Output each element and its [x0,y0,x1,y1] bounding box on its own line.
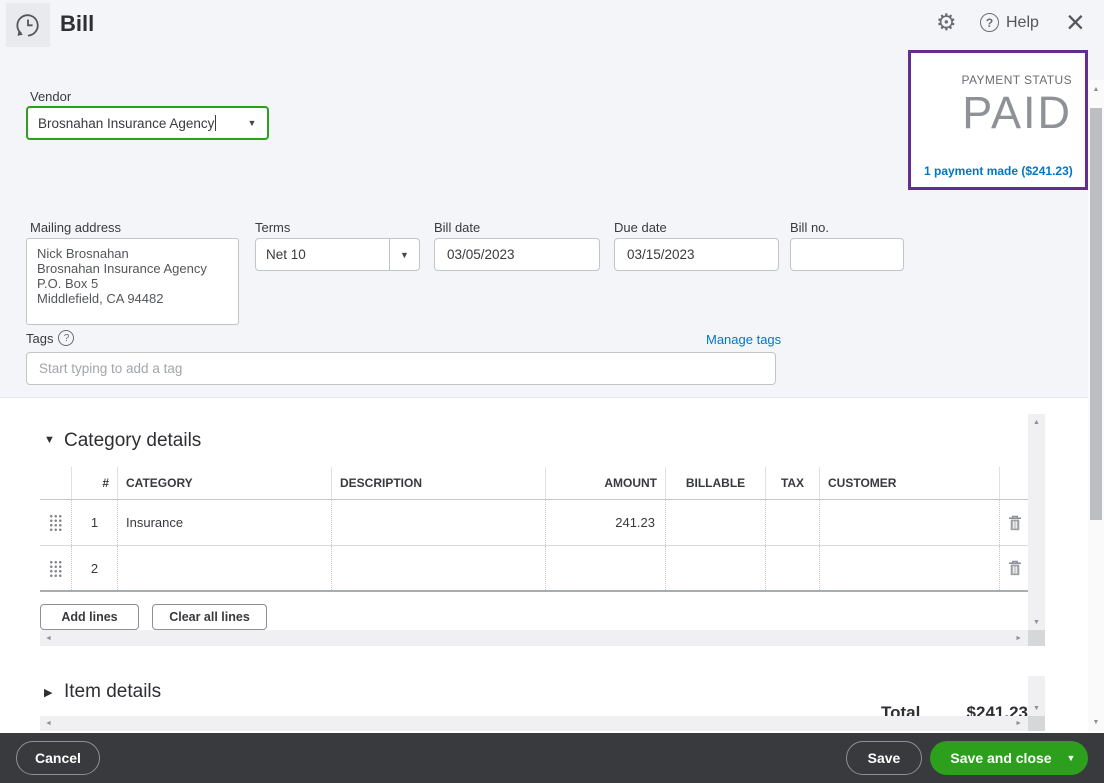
scroll-left-arrow-icon[interactable]: ◄ [45,630,52,646]
tax-cell[interactable] [766,500,820,545]
payment-status-value: PAID [924,89,1072,136]
table-row: 1 Insurance 241.23 [40,500,1028,546]
scroll-down-arrow-icon[interactable]: ▼ [1028,619,1045,626]
item-vertical-scrollbar[interactable]: ▼ [1028,676,1045,716]
help-label: Help [1006,14,1039,32]
row-number: 2 [72,546,118,590]
bill-no-label: Bill no. [790,220,829,235]
terms-label: Terms [255,220,290,235]
item-details-title: Item details [64,681,161,703]
vendor-label: Vendor [30,89,71,104]
column-header-customer: CUSTOMER [820,467,1000,499]
payment-status-box: PAYMENT STATUS PAID 1 payment made ($241… [908,50,1088,190]
item-horizontal-scrollbar[interactable]: ◄ ► [40,716,1028,731]
bill-no-field[interactable] [790,238,904,271]
save-options-dropdown-icon[interactable]: ▼ [1054,753,1088,763]
category-cell[interactable]: Insurance [118,500,332,545]
window-vertical-scrollbar[interactable]: ▲ ▼ [1088,80,1104,732]
footer-bar: Cancel Make recurring More Save Save and… [0,733,1104,783]
delete-row-icon[interactable] [1008,515,1022,531]
column-header-amount: AMOUNT [546,467,666,499]
help-question-icon: ? [980,13,999,32]
column-header-description: DESCRIPTION [332,467,546,499]
tags-label-group: Tags ? [26,330,74,346]
add-lines-button[interactable]: Add lines [40,604,139,630]
scroll-up-arrow-icon[interactable]: ▲ [1088,86,1104,93]
tax-cell[interactable] [766,546,820,590]
tags-input[interactable] [26,352,776,385]
delete-row-icon[interactable] [1008,560,1022,576]
scroll-down-arrow-icon[interactable]: ▼ [1088,719,1104,726]
row-number: 1 [72,500,118,545]
payment-made-link[interactable]: 1 payment made ($241.23) [924,164,1073,178]
category-details-collapse-icon[interactable]: ▼ [44,434,55,446]
amount-cell[interactable] [546,546,666,590]
scroll-left-arrow-icon[interactable]: ◄ [45,716,52,731]
billable-cell[interactable] [666,500,766,545]
terms-select[interactable]: Net 10 ▼ [255,238,420,271]
scroll-down-arrow-icon[interactable]: ▼ [1028,705,1045,712]
bill-header-section: Bill ⚙ ? Help × PAYMENT STATUS PAID 1 pa… [0,0,1104,398]
column-header-category: CATEGORY [118,467,332,499]
drag-handle-icon[interactable] [49,514,62,531]
vendor-dropdown-arrow-icon[interactable]: ▼ [237,108,267,138]
terms-dropdown-arrow-icon[interactable]: ▼ [389,239,419,270]
drag-handle-icon[interactable] [49,560,62,577]
due-date-label: Due date [614,220,667,235]
cancel-button[interactable]: Cancel [16,741,100,775]
scrollbar-thumb[interactable] [1090,108,1102,520]
drag-column-header [40,467,72,499]
save-and-close-button[interactable]: Save and close ▼ [930,741,1088,775]
category-details-title: Category details [64,430,201,452]
vendor-value: Brosnahan Insurance Agency [38,116,214,131]
terms-value: Net 10 [256,239,389,270]
payment-status-label: PAYMENT STATUS [924,73,1072,87]
table-vertical-scrollbar[interactable]: ▲ ▼ [1028,414,1045,630]
customer-cell[interactable] [820,546,1000,590]
close-icon[interactable]: × [1066,2,1085,44]
scroll-right-arrow-icon[interactable]: ► [1015,716,1022,731]
gear-icon[interactable]: ⚙ [936,9,957,36]
save-button[interactable]: Save [846,741,922,775]
trash-column-header [1000,467,1028,499]
clear-all-lines-button[interactable]: Clear all lines [152,604,267,630]
save-and-close-label: Save and close [948,750,1054,766]
bill-date-field[interactable] [434,238,600,271]
recurring-bill-icon [6,3,50,47]
customer-cell[interactable] [820,500,1000,545]
scroll-up-arrow-icon[interactable]: ▲ [1028,419,1045,426]
billable-cell[interactable] [666,546,766,590]
scrollbar-corner [1028,630,1045,646]
scrollbar-corner [1028,716,1045,731]
table-horizontal-scrollbar[interactable]: ◄ ► [40,630,1028,646]
due-date-field[interactable] [614,238,779,271]
amount-cell[interactable]: 241.23 [546,500,666,545]
help-button[interactable]: ? Help [980,13,1039,32]
column-header-tax: TAX [766,467,820,499]
table-header-row: # CATEGORY DESCRIPTION AMOUNT BILLABLE T… [40,467,1028,500]
column-header-num: # [72,467,118,499]
bill-form-window: Bill ⚙ ? Help × PAYMENT STATUS PAID 1 pa… [0,0,1104,783]
description-cell[interactable] [332,500,546,545]
category-details-table: # CATEGORY DESCRIPTION AMOUNT BILLABLE T… [40,467,1028,592]
mailing-address-label: Mailing address [30,220,121,235]
mailing-address-field[interactable]: Nick Brosnahan Brosnahan Insurance Agenc… [26,238,239,325]
table-row: 2 [40,546,1028,592]
manage-tags-link[interactable]: Manage tags [706,332,781,347]
text-caret [215,115,216,131]
column-header-billable: BILLABLE [666,467,766,499]
bill-date-label: Bill date [434,220,480,235]
vendor-select[interactable]: Brosnahan Insurance Agency ▼ [26,106,269,140]
category-cell[interactable] [118,546,332,590]
page-title: Bill [60,11,94,37]
tags-help-icon[interactable]: ? [58,330,74,346]
scroll-right-arrow-icon[interactable]: ► [1015,630,1022,646]
item-details-expand-icon[interactable]: ▶ [44,686,52,699]
tags-label: Tags [26,331,53,346]
description-cell[interactable] [332,546,546,590]
